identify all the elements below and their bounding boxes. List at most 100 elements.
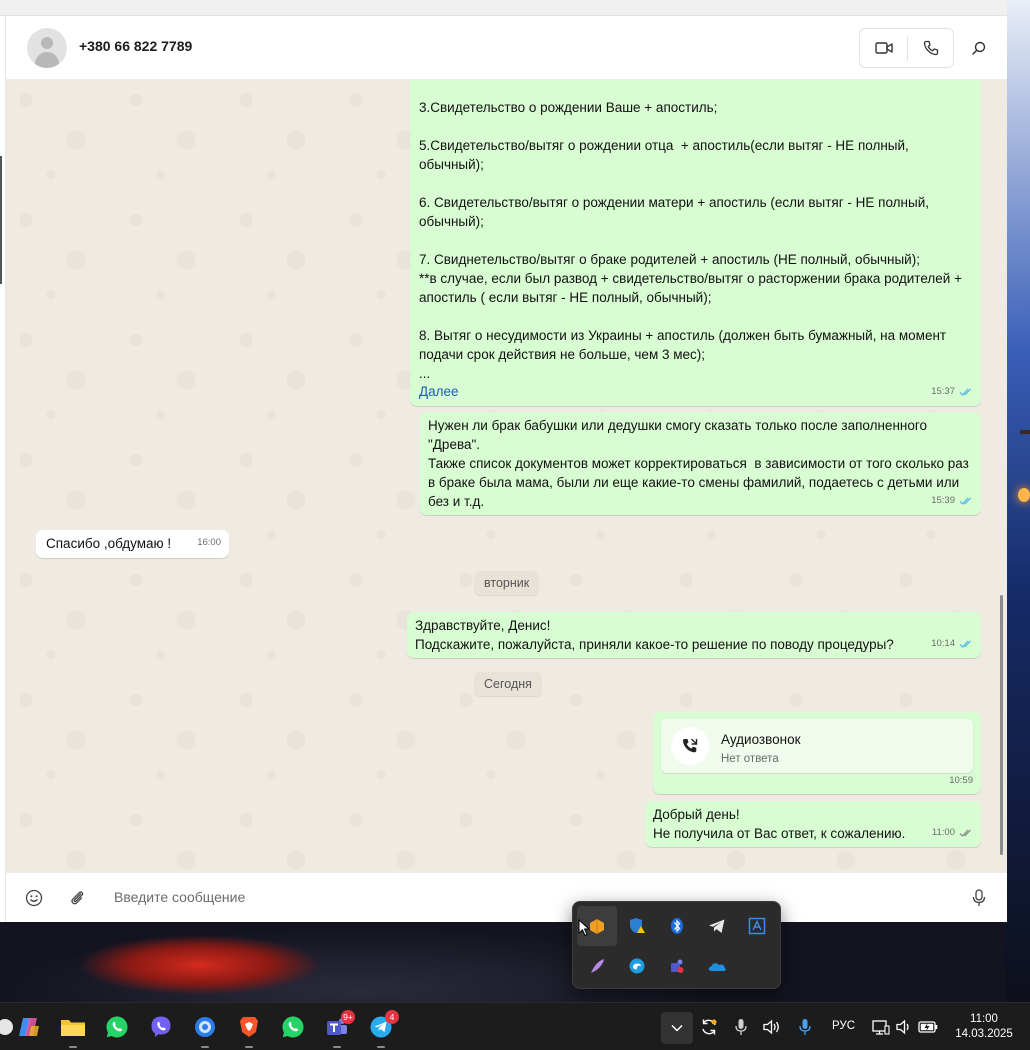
battery-charging-icon xyxy=(918,1021,938,1033)
brave-icon xyxy=(240,1017,258,1037)
browser-icon xyxy=(195,1017,215,1037)
taskbar-telegram[interactable]: 4 xyxy=(366,1010,399,1048)
message-time: 16:00 xyxy=(197,537,221,548)
taskbar-copilot[interactable] xyxy=(14,1012,44,1042)
message-input[interactable]: Введите сообщение xyxy=(114,889,245,905)
phone-icon xyxy=(923,40,939,56)
tray-edge[interactable] xyxy=(617,946,657,986)
clock-time: 11:00 xyxy=(970,1013,998,1025)
tray-network[interactable] xyxy=(871,1017,891,1037)
taskbar-teams[interactable]: 9+ xyxy=(322,1010,355,1048)
message-text: 3.Свидетельство о рождении Ваше + апости… xyxy=(419,100,962,381)
tray-sync[interactable] xyxy=(699,1017,719,1037)
message-meta: 10:14 xyxy=(931,634,973,653)
tray-feather[interactable] xyxy=(577,946,617,986)
tray-translator[interactable] xyxy=(737,906,777,946)
message-meta: 15:39 xyxy=(931,491,973,510)
avatar[interactable] xyxy=(27,28,67,68)
chat-scrollbar[interactable] xyxy=(1000,595,1003,855)
contact-name[interactable]: +380 66 822 7789 xyxy=(79,38,192,54)
show-hidden-icons-button[interactable] xyxy=(661,1012,693,1044)
message-bubble[interactable]: Здравствуйте, Денис! Подскажите, пожалуй… xyxy=(407,612,981,658)
message-meta: 10:59 xyxy=(949,771,973,790)
whatsapp-icon xyxy=(106,1016,128,1038)
app-icon xyxy=(0,1019,13,1035)
tray-volume-2[interactable] xyxy=(894,1017,914,1037)
taskbar-viber[interactable] xyxy=(146,1012,176,1042)
tray-battery[interactable] xyxy=(918,1017,938,1037)
clock-date: 14.03.2025 xyxy=(955,1028,1013,1040)
search-button[interactable] xyxy=(967,36,991,60)
box-app-icon xyxy=(590,919,604,934)
tray-onedrive[interactable] xyxy=(697,946,737,986)
search-icon xyxy=(972,41,986,55)
sync-icon xyxy=(702,1019,717,1035)
speaker-icon xyxy=(896,1019,909,1035)
paperclip-icon xyxy=(71,891,84,905)
tray-teams[interactable] xyxy=(657,946,697,986)
message-time: 10:59 xyxy=(949,775,973,786)
taskbar: 9+ 4 РУС 11:00 14.03.2025 xyxy=(0,1002,1030,1050)
message-bubble[interactable]: Нужен ли брак бабушки или дедушки смогу … xyxy=(420,412,981,515)
speaker-icon xyxy=(763,1019,779,1035)
call-status: Нет ответа xyxy=(721,753,779,765)
network-icon xyxy=(872,1020,890,1035)
edge-browser-icon xyxy=(629,958,645,974)
taskbar-browser[interactable] xyxy=(190,1012,220,1048)
message-bubble[interactable]: Добрый день! Не получила от Вас ответ, к… xyxy=(645,801,981,847)
bluetooth-icon xyxy=(671,918,683,934)
microphone-icon xyxy=(735,1019,747,1035)
input-language[interactable]: РУС xyxy=(832,1020,855,1032)
window-title-strip xyxy=(0,0,1007,16)
message-time: 15:39 xyxy=(931,495,955,506)
attach-button[interactable] xyxy=(65,886,89,910)
microphone-icon xyxy=(799,1019,811,1035)
read-ticks-icon xyxy=(959,497,971,505)
message-bubble[interactable]: 3.Свидетельство о рождении Ваше + апости… xyxy=(410,80,981,406)
feather-icon xyxy=(591,959,604,973)
message-bubble[interactable]: Спасибо ,обдумаю ! 16:00 xyxy=(36,530,229,558)
taskbar-whatsapp[interactable] xyxy=(102,1012,132,1042)
tray-security[interactable] xyxy=(617,906,657,946)
video-camera-icon xyxy=(875,42,893,54)
tray-bluetooth[interactable] xyxy=(657,906,697,946)
message-meta: 15:37 xyxy=(931,382,973,401)
tray-microphone-in-use[interactable] xyxy=(731,1017,751,1037)
message-time: 15:37 xyxy=(931,386,955,397)
taskbar-file-explorer[interactable] xyxy=(58,1012,88,1048)
system-clock[interactable]: 11:00 14.03.2025 xyxy=(944,1012,1024,1042)
message-text: Здравствуйте, Денис! Подскажите, пожалуй… xyxy=(415,618,894,652)
call-message-bubble[interactable]: Аудиозвонок Нет ответа 10:59 xyxy=(653,712,981,794)
video-call-button[interactable] xyxy=(872,36,896,60)
copilot-icon xyxy=(19,1018,39,1036)
read-more-link[interactable]: Далее xyxy=(419,382,459,401)
emoji-icon xyxy=(25,889,43,907)
tray-dictation[interactable] xyxy=(795,1017,815,1037)
call-card[interactable]: Аудиозвонок Нет ответа xyxy=(661,719,973,773)
chat-header: +380 66 822 7789 xyxy=(6,16,1007,80)
microphone-icon xyxy=(972,889,986,906)
voice-message-button[interactable] xyxy=(967,886,991,910)
whatsapp-window: +380 66 822 7789 3.Свидетельство о рожде… xyxy=(0,0,1007,922)
date-divider: вторник xyxy=(474,571,540,595)
tray-overflow-popup xyxy=(572,901,781,989)
telegram-badge: 4 xyxy=(385,1010,399,1024)
voice-call-button[interactable] xyxy=(919,36,943,60)
message-text: Спасибо ,обдумаю ! xyxy=(46,536,172,551)
message-list[interactable]: 3.Свидетельство о рождении Ваше + апости… xyxy=(6,80,1007,872)
chevron-up-icon xyxy=(671,1024,683,1032)
date-divider: Сегодня xyxy=(474,672,542,696)
tray-volume[interactable] xyxy=(762,1017,782,1037)
delivered-ticks-icon xyxy=(959,829,971,837)
whatsapp-icon xyxy=(282,1016,304,1038)
call-title: Аудиозвонок xyxy=(721,732,801,747)
taskbar-brave[interactable] xyxy=(234,1012,264,1048)
folder-icon xyxy=(61,1020,85,1036)
tray-telegram[interactable] xyxy=(697,906,737,946)
taskbar-whatsapp-2[interactable] xyxy=(278,1012,308,1042)
message-composer: Введите сообщение xyxy=(6,872,1007,922)
teams-icon xyxy=(671,959,684,973)
message-time: 10:14 xyxy=(931,638,955,649)
translator-icon xyxy=(748,917,766,935)
emoji-button[interactable] xyxy=(22,886,46,910)
